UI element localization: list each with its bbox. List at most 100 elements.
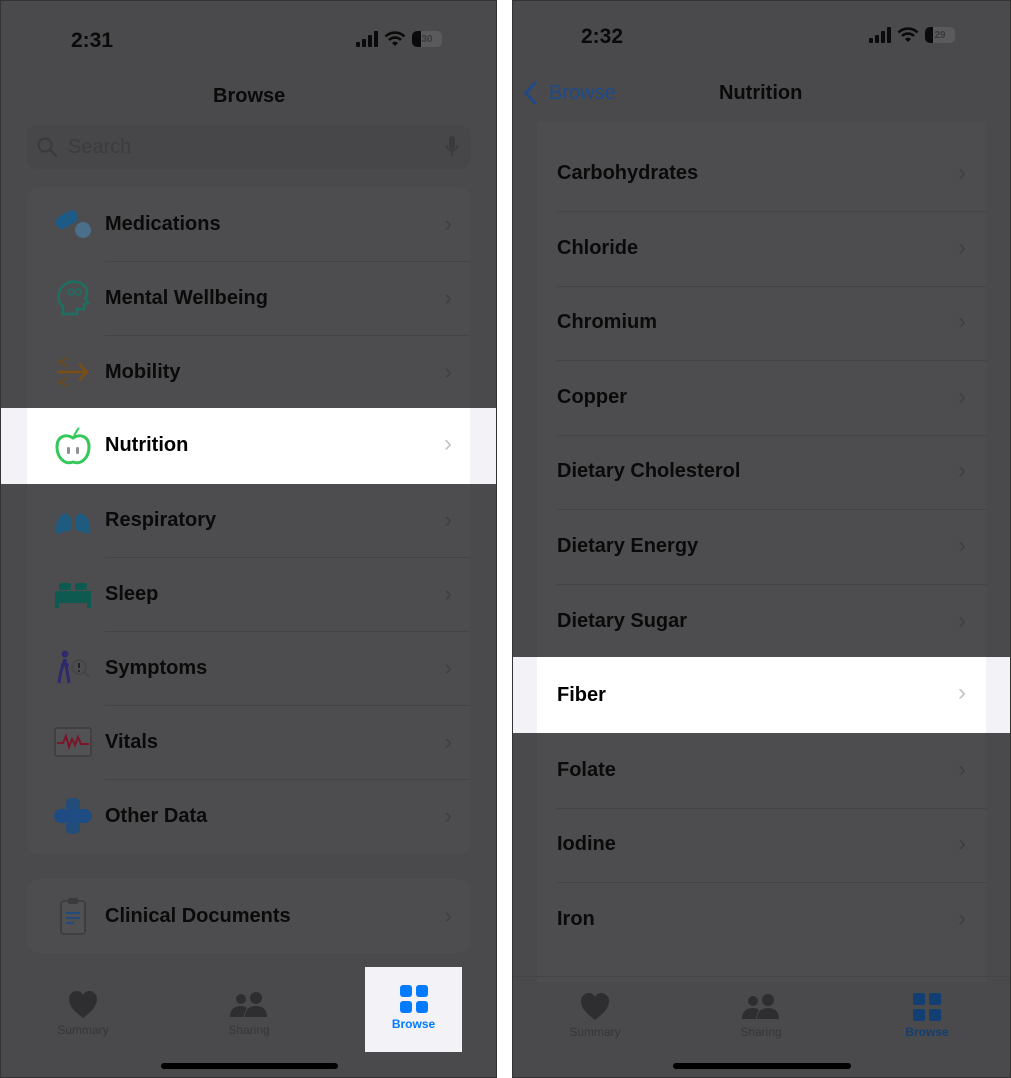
lungs-icon [53,500,93,540]
chevron-right-icon: › [958,607,966,634]
bed-icon [53,574,93,614]
chevron-right-icon: › [444,803,452,828]
tab-bar: Summary Sharing Browse [1,967,496,1077]
tab-sharing[interactable]: Sharing [711,985,811,1065]
status-bar: 2:32 29 [513,1,1010,71]
head-brain-icon [53,278,93,318]
home-indicator[interactable] [673,1063,851,1069]
person-alert-icon [53,648,93,688]
category-row-sleep[interactable]: Sleep › [27,557,470,631]
nutrition-item-label: Dietary Cholesterol [557,459,741,482]
tab-browse[interactable]: Browse [877,985,977,1065]
chevron-right-icon: › [444,655,452,680]
status-bar: 2:31 30 [1,1,496,71]
nutrition-item-row[interactable]: Chloride › [537,211,986,285]
clipboard-icon [53,896,93,936]
tab-browse[interactable]: Browse [365,967,462,1052]
chevron-right-icon: › [958,383,966,410]
nutrition-item-row[interactable]: Folate › [537,733,986,807]
nutrition-item-row[interactable]: Dietary Cholesterol › [537,434,986,508]
nutrition-item-row[interactable]: Copper › [537,360,986,434]
category-label: Vitals [105,730,158,753]
battery-icon: 29 [925,27,955,43]
search-input[interactable]: Search [26,125,471,169]
nutrition-item-row[interactable]: Iodine › [537,807,986,881]
category-row-other-data[interactable]: Other Data › [27,779,470,853]
search-placeholder: Search [68,135,132,158]
chevron-right-icon: › [444,359,452,384]
nutrition-item-row[interactable]: Chromium › [537,285,986,359]
plus-icon [53,796,93,836]
people-icon [742,994,779,1019]
category-label: Medications [105,212,221,235]
category-row-nutrition[interactable]: Nutrition › [1,408,496,484]
pills-icon [53,204,93,244]
nutrition-item-row[interactable]: Dietary Sugar › [537,584,986,658]
heart-rate-monitor-icon [53,722,93,762]
chevron-right-icon: › [444,581,452,606]
search-icon [37,137,58,158]
heart-icon [69,991,97,1018]
nutrition-item-row[interactable]: Dietary Energy › [537,509,986,583]
page-title: Nutrition [719,82,803,104]
nutrition-item-label: Iodine [557,832,616,855]
chevron-right-icon: › [444,729,452,754]
back-label: Browse [549,81,616,104]
wifi-icon [897,27,919,42]
category-label: Nutrition [105,434,189,456]
microphone-icon[interactable] [445,135,459,159]
chevron-right-icon: › [958,830,966,857]
chevron-right-icon: › [444,903,452,928]
chevron-right-icon: › [444,211,452,236]
category-label: Symptoms [105,656,208,679]
page-title: Browse [213,85,286,107]
category-label: Clinical Documents [105,904,291,927]
tab-summary[interactable]: Summary [545,985,645,1065]
nutrition-item-label: Dietary Sugar [557,609,688,632]
category-row-clinical-documents[interactable]: Clinical Documents › [27,879,470,953]
nutrition-item-row[interactable]: Carbohydrates › [537,136,986,210]
tab-summary[interactable]: Summary [33,977,133,1057]
home-indicator[interactable] [161,1063,338,1069]
category-row-symptoms[interactable]: Symptoms › [27,631,470,705]
chevron-right-icon: › [958,532,966,559]
nutrition-item-label: Folate [557,758,616,781]
category-row-respiratory[interactable]: Respiratory › [27,483,470,557]
nutrition-item-row[interactable]: Fiber › [513,657,1010,733]
chevron-right-icon: › [958,905,966,932]
category-row-medications[interactable]: Medications › [27,187,470,261]
cellular-signal-icon [356,31,378,47]
status-time: 2:32 [581,25,624,48]
category-label: Mental Wellbeing [105,286,268,309]
chevron-right-icon: › [958,756,966,783]
tab-sharing[interactable]: Sharing [199,977,299,1057]
chevron-right-icon: › [958,457,966,484]
people-icon [230,992,267,1017]
nutrition-item-label: Chromium [557,310,657,333]
heart-icon [581,993,609,1020]
battery-level: 30 [421,33,433,45]
category-row-vitals[interactable]: Vitals › [27,705,470,779]
tab-label: Summary [57,1023,109,1037]
nutrition-item-label: Fiber [557,684,606,706]
category-row-mobility[interactable]: Mobility › [27,335,470,409]
nutrition-item-row[interactable]: Iron › [537,882,986,956]
category-label: Respiratory [105,508,217,531]
tab-label: Sharing [740,1025,782,1039]
chevron-right-icon: › [958,159,966,186]
category-label: Mobility [105,360,181,383]
grid-icon [399,985,428,1013]
category-row-mental-wellbeing[interactable]: Mental Wellbeing › [27,261,470,335]
chevron-right-icon: › [958,234,966,261]
back-button[interactable]: Browse [523,81,616,105]
tab-label: Summary [569,1025,621,1039]
cellular-signal-icon [869,27,891,43]
nutrition-item-label: Chloride [557,236,639,259]
status-time: 2:31 [71,29,114,52]
chevron-right-icon: › [444,430,452,457]
nutrition-item-label: Dietary Energy [557,534,699,557]
chevron-right-icon: › [444,285,452,310]
nutrition-item-label: Copper [557,385,627,408]
chevron-right-icon: › [444,507,452,532]
grid-icon [913,993,941,1021]
